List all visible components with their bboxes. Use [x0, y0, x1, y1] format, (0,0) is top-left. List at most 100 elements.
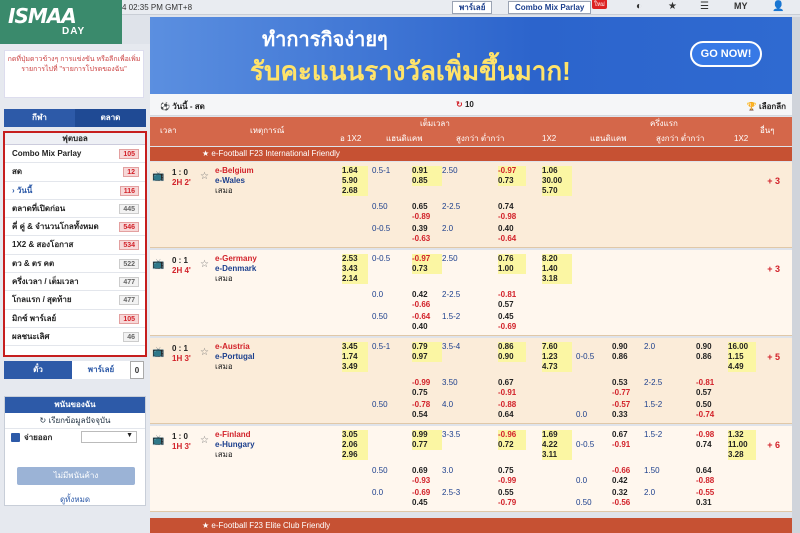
scrollbar[interactable]: [792, 17, 800, 533]
tv-icon[interactable]: 📺: [152, 172, 164, 182]
odds-value[interactable]: 0.55: [498, 488, 526, 498]
odds-value[interactable]: 0.64: [696, 466, 722, 476]
paid-checkbox[interactable]: [11, 433, 20, 442]
odds-value[interactable]: 0.31: [696, 498, 722, 508]
odds-value[interactable]: 1.15: [728, 352, 756, 362]
sport-menu-item[interactable]: สด 12: [5, 163, 145, 182]
tv-icon[interactable]: 📺: [152, 348, 164, 358]
odds-value[interactable]: 0.75: [412, 388, 442, 398]
odds-value[interactable]: 0.77: [412, 440, 442, 450]
odds-value[interactable]: -0.89: [412, 212, 442, 222]
odds-value[interactable]: 0.73: [498, 176, 526, 186]
odds-value[interactable]: 0.67: [498, 378, 526, 388]
star-icon[interactable]: ☆: [200, 348, 209, 358]
odds-value[interactable]: 0.32: [612, 488, 638, 498]
odds-value[interactable]: 0.86: [696, 352, 722, 362]
odds-value[interactable]: -0.56: [612, 498, 638, 508]
odds-value[interactable]: 0.67: [612, 430, 638, 440]
odds-value[interactable]: 1.00: [498, 264, 526, 274]
odds-value[interactable]: 0.86: [498, 342, 526, 352]
odds-value[interactable]: -0.91: [498, 388, 526, 398]
odds-value[interactable]: 5.90: [342, 176, 368, 186]
odds-value[interactable]: -0.99: [498, 476, 526, 486]
odds-value[interactable]: 2.53: [342, 254, 368, 264]
odds-value[interactable]: -0.66: [612, 466, 638, 476]
odds-value[interactable]: 0.99: [412, 430, 442, 440]
odds-value[interactable]: 4.73: [542, 362, 572, 372]
odds-value[interactable]: 0.39: [412, 224, 442, 234]
toggle-icon[interactable]: ◐: [636, 1, 642, 12]
odds-value[interactable]: 0.90: [498, 352, 526, 362]
odds-value[interactable]: 3.18: [542, 274, 572, 284]
odds-value[interactable]: 0.64: [498, 410, 526, 420]
select-league[interactable]: 🏆 เลือกลีก: [747, 100, 786, 113]
language-selector[interactable]: MY: [734, 1, 748, 11]
sport-menu-item[interactable]: ตว & ตร คต 522: [5, 255, 145, 274]
odds-value[interactable]: -0.96: [498, 430, 526, 440]
refresh-bets[interactable]: ↻ เรียกข้อมูลปัจจุบัน: [5, 413, 145, 429]
odds-value[interactable]: -0.55: [696, 488, 722, 498]
odds-value[interactable]: -0.74: [696, 410, 722, 420]
odds-value[interactable]: -0.79: [498, 498, 526, 508]
odds-value[interactable]: -0.78: [412, 400, 442, 410]
no-pending-bets-button[interactable]: ไม่มีพนันค้าง: [17, 467, 135, 485]
odds-value[interactable]: 0.45: [498, 312, 526, 322]
odds-value[interactable]: -0.97: [412, 254, 442, 264]
odds-value[interactable]: -0.81: [696, 378, 722, 388]
brand-logo[interactable]: ISMAA DAY: [0, 0, 122, 44]
odds-value[interactable]: 0.40: [412, 322, 442, 332]
odds-value[interactable]: 2.68: [342, 186, 368, 196]
promo-banner[interactable]: ทำการกิจง่ายๆ รับคะแนนรางวัลเพิ่มขึ้นมาก…: [150, 17, 792, 94]
tab-sports[interactable]: กีฬา: [4, 109, 75, 127]
odds-value[interactable]: -0.69: [498, 322, 526, 332]
odds-value[interactable]: 0.69: [412, 466, 442, 476]
odds-value[interactable]: -0.64: [498, 234, 526, 244]
tab-markets[interactable]: ตลาด: [75, 109, 146, 127]
sport-menu-item[interactable]: Combo Mix Parlay 105: [5, 145, 145, 164]
odds-value[interactable]: 0.76: [498, 254, 526, 264]
sport-menu-item[interactable]: ผลชนะเลิศ 46: [5, 328, 145, 347]
odds-value[interactable]: -0.88: [498, 400, 526, 410]
paid-dropdown[interactable]: ▼: [81, 431, 137, 443]
odds-value[interactable]: 0.57: [696, 388, 722, 398]
odds-value[interactable]: -0.91: [612, 440, 638, 450]
odds-value[interactable]: -0.93: [412, 476, 442, 486]
league-row[interactable]: ★ e-Football F23 Elite Club Friendly: [150, 518, 792, 533]
odds-value[interactable]: 0.79: [412, 342, 442, 352]
odds-value[interactable]: 2.14: [342, 274, 368, 284]
odds-value[interactable]: 3.05: [342, 430, 368, 440]
odds-value[interactable]: 3.11: [542, 450, 572, 460]
odds-value[interactable]: 0.72: [498, 440, 526, 450]
odds-value[interactable]: -0.63: [412, 234, 442, 244]
odds-value[interactable]: 0.90: [696, 342, 722, 352]
odds-value[interactable]: 0.75: [498, 466, 526, 476]
odds-value[interactable]: 2.96: [342, 450, 368, 460]
sport-menu-item[interactable]: 1X2 & สองโอกาส 534: [5, 236, 145, 255]
odds-value[interactable]: 7.60: [542, 342, 572, 352]
combo-mix-parlay-button[interactable]: Combo Mix Parlay: [508, 1, 592, 14]
odds-value[interactable]: 3.49: [342, 362, 368, 372]
more-markets[interactable]: + 3: [767, 264, 780, 274]
odds-value[interactable]: 0.91: [412, 166, 442, 176]
sport-menu-item[interactable]: มิกซ์ พาร์เลย์ 105: [5, 310, 145, 328]
sport-menu-item[interactable]: โกลแรก / สุดท้าย 477: [5, 291, 145, 310]
odds-value[interactable]: 0.40: [498, 224, 526, 234]
odds-value[interactable]: 0.74: [696, 440, 722, 450]
odds-value[interactable]: 3.43: [342, 264, 368, 274]
sport-menu-item[interactable]: คี่ คู่ & จำนวนโกลทั้งหมด 546: [5, 218, 145, 237]
odds-value[interactable]: 1.40: [542, 264, 572, 274]
sport-menu-item[interactable]: ตลาดที่เปิดก่อน 445: [5, 200, 145, 219]
odds-value[interactable]: -0.81: [498, 290, 526, 300]
odds-value[interactable]: 0.54: [412, 410, 442, 420]
odds-value[interactable]: 8.20: [542, 254, 572, 264]
odds-value[interactable]: 1.23: [542, 352, 572, 362]
odds-value[interactable]: 0.90: [612, 342, 638, 352]
odds-value[interactable]: -0.88: [696, 476, 722, 486]
tv-icon[interactable]: 📺: [152, 436, 164, 446]
odds-value[interactable]: -0.98: [696, 430, 722, 440]
tab-parlay[interactable]: พาร์เลย์: [72, 361, 130, 379]
odds-value[interactable]: -0.97: [498, 166, 526, 176]
view-all-link[interactable]: ดูทั้งหมด: [5, 493, 145, 506]
odds-value[interactable]: 0.53: [612, 378, 638, 388]
odds-value[interactable]: 4.49: [728, 362, 756, 372]
